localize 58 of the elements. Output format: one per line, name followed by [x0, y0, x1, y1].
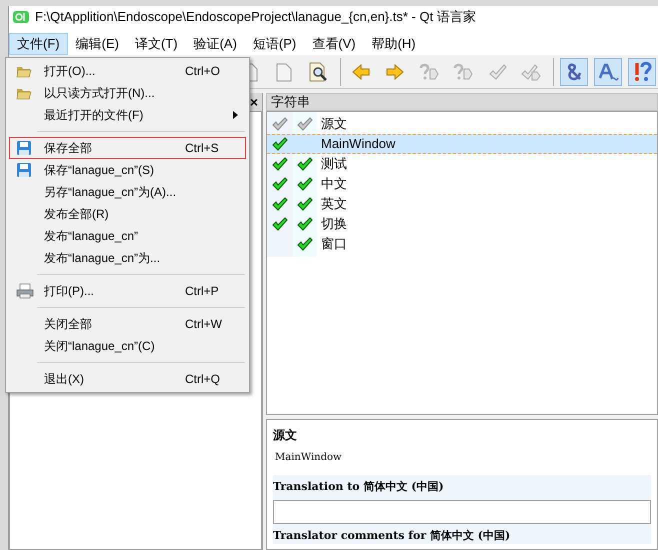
close-icon[interactable]: ×: [250, 95, 258, 109]
string-text: 窗口: [321, 235, 347, 254]
menu-item[interactable]: 退出(X) Ctrl+Q: [9, 368, 246, 390]
menu-item[interactable]: 发布“lanague_cn”为...: [9, 247, 246, 269]
window-title: F:\QtApplition\Endoscope\EndoscopeProject\lanague_{cn,en}.ts* - Qt 语言家: [35, 8, 476, 26]
string-text: MainWindow: [321, 135, 396, 154]
submenu-arrow-icon: [233, 111, 239, 119]
string-row[interactable]: MainWindow: [267, 134, 657, 154]
string-row[interactable]: 切换: [267, 214, 657, 234]
menu-item[interactable]: 打印(P)... Ctrl+P: [9, 280, 246, 302]
string-text: 英文: [321, 195, 347, 214]
printer-icon: [16, 283, 34, 299]
menu-item[interactable]: 以只读方式打开(N)...: [9, 82, 246, 104]
menu-item[interactable]: 保存全部 Ctrl+S: [9, 137, 246, 159]
letter-wave-icon[interactable]: [597, 62, 619, 82]
menu-item[interactable]: 关闭全部 Ctrl+W: [9, 313, 246, 335]
panel-title: 字符串: [271, 93, 310, 112]
menu-bar-item[interactable]: 短语(P): [244, 32, 304, 54]
question-arrow-icon[interactable]: [452, 62, 474, 82]
menu-bar-item[interactable]: 译文(T): [126, 32, 186, 54]
menu-bar-item[interactable]: 验证(A): [186, 32, 245, 54]
toolbar-button[interactable]: [628, 58, 656, 86]
translation-label: Translation to 简体中文 (中国): [273, 479, 445, 495]
check-arrow-icon[interactable]: [520, 62, 542, 82]
source-label: 源文: [273, 427, 298, 444]
menu-item[interactable]: 最近打开的文件(F): [9, 104, 246, 126]
string-row[interactable]: 测试: [267, 154, 657, 174]
menu-item[interactable]: 发布全部(R): [9, 203, 246, 225]
menu-item[interactable]: 发布“lanague_cn”: [9, 225, 246, 247]
menu-item[interactable]: 保存“lanague_cn”(S): [9, 159, 246, 181]
question-arrow-icon[interactable]: [418, 62, 440, 82]
check-icon[interactable]: [487, 62, 507, 82]
folder-icon: [16, 86, 32, 100]
left-arrow-icon[interactable]: [351, 62, 371, 82]
string-row[interactable]: 中文: [267, 174, 657, 194]
menu-item[interactable]: 打开(O)... Ctrl+O: [9, 60, 246, 82]
string-row[interactable]: 源文: [267, 114, 657, 134]
exclamation-question-icon[interactable]: [632, 60, 652, 82]
translation-field[interactable]: [273, 500, 651, 524]
comments-label: Translator comments for 简体中文 (中国): [273, 528, 512, 544]
menu-bar-item[interactable]: 文件(F): [9, 32, 68, 54]
menu-item[interactable]: 另存“lanague_cn”为(A)...: [9, 181, 246, 203]
folder-icon: [16, 64, 32, 78]
right-arrow-icon[interactable]: [385, 62, 405, 82]
string-text: 源文: [321, 115, 347, 134]
string-text: 测试: [321, 155, 347, 174]
menu-item[interactable]: 关闭“lanague_cn”(C): [9, 335, 246, 357]
toolbar-button[interactable]: [594, 58, 622, 86]
source-text: MainWindow: [275, 451, 343, 465]
menu-bar-item[interactable]: 编辑(E): [68, 32, 127, 54]
app-logo-icon: [13, 10, 29, 24]
menu-bar-item[interactable]: 帮助(H): [364, 32, 424, 54]
string-text: 切换: [321, 215, 347, 234]
string-text: 中文: [321, 175, 347, 194]
menu-bar-item[interactable]: 查看(V): [304, 32, 364, 54]
string-row[interactable]: 英文: [267, 194, 657, 214]
string-row[interactable]: 窗口: [267, 234, 657, 254]
toolbar-button[interactable]: [560, 58, 588, 86]
